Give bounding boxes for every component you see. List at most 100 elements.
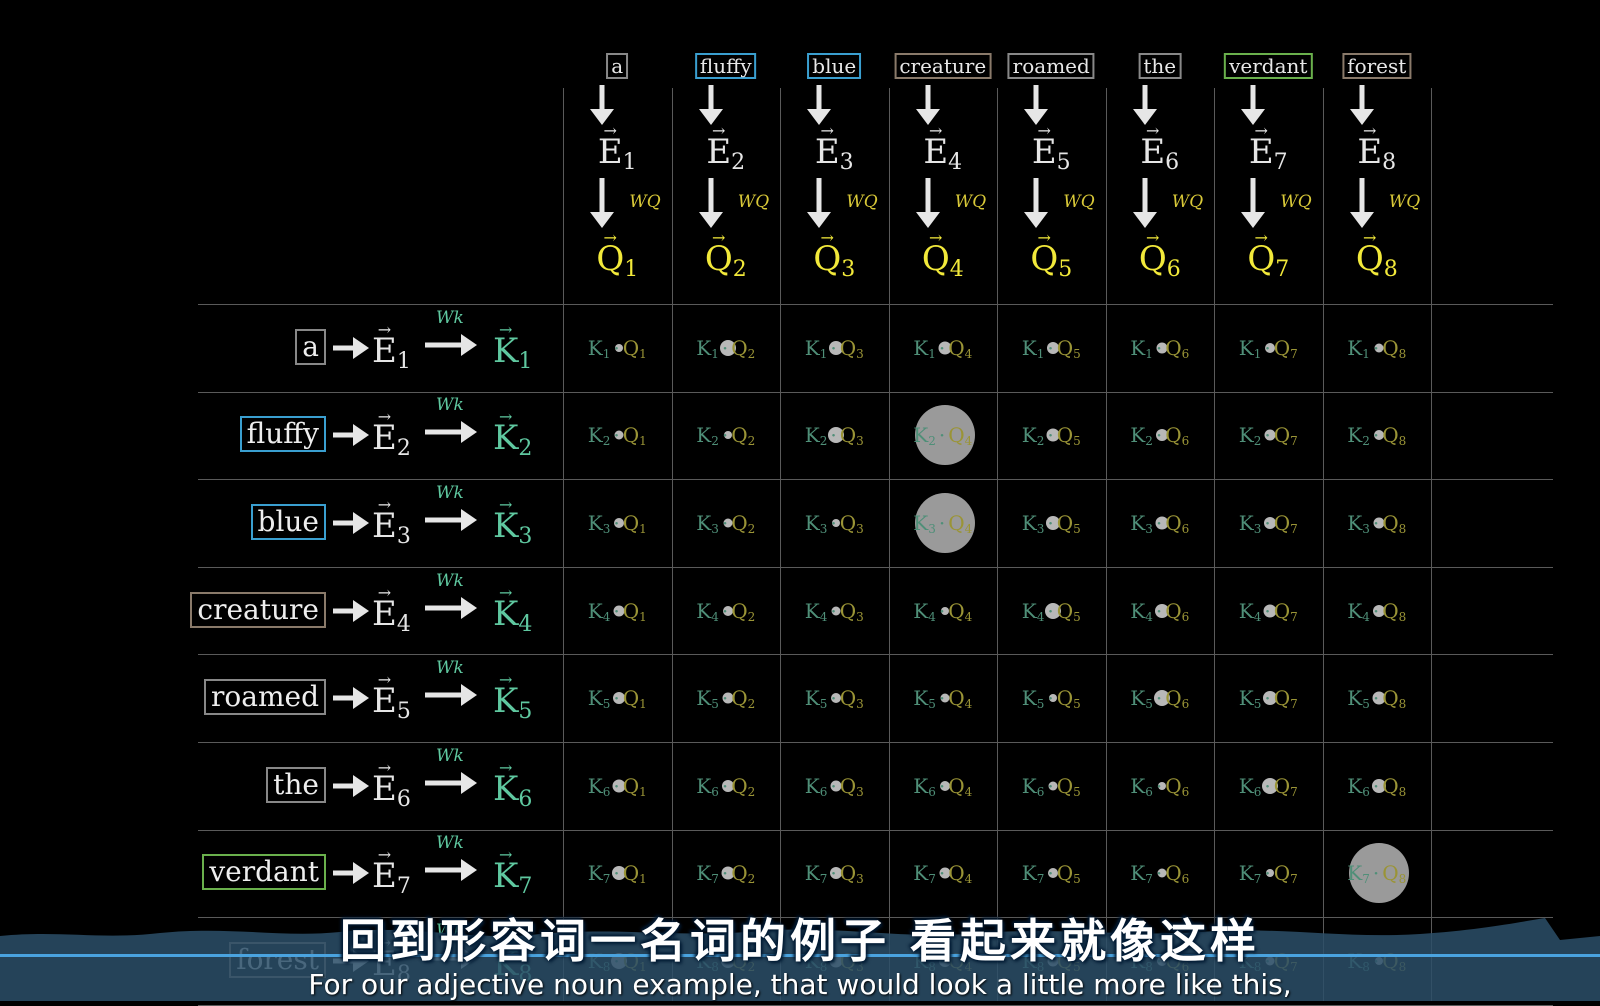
dot-product-cell: K3 · Q6	[1115, 513, 1205, 539]
arrow-down-icon	[1132, 85, 1157, 125]
dot-product-cell: K1 · Q6	[1115, 338, 1205, 364]
vector-arrow-icon: →	[820, 228, 834, 247]
cell-key-index: 6	[1253, 784, 1262, 799]
cell-key-index: 4	[1036, 609, 1045, 624]
cell-query-term: Q6	[1165, 599, 1190, 624]
cell-query-term: Q5	[1057, 686, 1081, 711]
vector-index: 6	[518, 786, 533, 812]
cell-key-index: 6	[1362, 784, 1370, 799]
vector-index: 7	[518, 874, 533, 900]
row-embedding-label: → E4	[372, 584, 411, 637]
vector-arrow-icon: →	[1037, 228, 1051, 247]
cell-query-term: Q1	[623, 774, 647, 799]
cell-key-index: 5	[1362, 697, 1370, 712]
cell-key-letter: K	[1347, 598, 1363, 623]
grid-column-divider	[1431, 88, 1432, 1001]
cell-query-term: Q4	[948, 774, 973, 799]
grid-row-divider	[198, 479, 1553, 481]
cell-key-index: 2	[602, 434, 611, 449]
cell-key-index: 4	[1362, 609, 1370, 624]
cell-key-index: 4	[1253, 609, 1262, 624]
dot-product-cell: K3 · Q8	[1332, 513, 1422, 539]
cell-query-letter: Q	[1273, 861, 1291, 886]
cell-key-letter: K	[913, 861, 929, 886]
arrow-down-icon	[1349, 85, 1374, 125]
row-embedding-label: → E3	[372, 497, 411, 550]
cell-query-term: Q1	[623, 686, 647, 712]
cell-query-index: 1	[639, 697, 647, 712]
cell-key-index: 7	[928, 872, 936, 887]
cell-key-letter: K	[913, 598, 929, 623]
cell-query-term: Q2	[731, 774, 756, 799]
cell-query-term: Q3	[840, 599, 864, 624]
dot-product-cell: K4 · Q7	[1223, 601, 1313, 627]
vector-index: 7	[1275, 257, 1290, 282]
vector-symbol: →E	[372, 321, 397, 368]
cell-query-term: Q8	[1382, 511, 1406, 536]
cell-dot-operator: ·	[830, 511, 837, 535]
dot-product-cell: K1 · Q4	[898, 338, 988, 364]
cell-key-term: K6	[913, 773, 936, 799]
cell-query-term: Q6	[1165, 511, 1189, 536]
cell-query-index: 4	[964, 784, 973, 799]
cell-key-term: K7	[805, 861, 828, 886]
cell-key-index: 4	[928, 609, 936, 624]
cell-key-term: K2	[588, 423, 611, 449]
vector-symbol: → Q	[922, 230, 950, 277]
cell-key-index: 4	[1145, 609, 1153, 624]
cell-query-term: Q3	[840, 423, 864, 448]
cell-dot-operator: ·	[721, 773, 729, 798]
cell-query-term: Q4	[948, 423, 972, 448]
cell-query-letter: Q	[1165, 511, 1182, 535]
vector-symbol: →E	[372, 672, 397, 719]
cell-key-index: 5	[819, 697, 828, 712]
cell-query-index: 2	[747, 346, 756, 361]
cell-query-index: 3	[856, 609, 864, 624]
cell-key-letter: K	[587, 511, 603, 535]
dot-product-cell: K4 · Q2	[681, 601, 771, 627]
cell-key-index: 7	[602, 872, 611, 887]
cell-key-index: 2	[711, 434, 719, 449]
vector-index: 3	[396, 524, 411, 549]
cell-query-term: Q5	[1057, 599, 1081, 624]
cell-query-index: 6	[1181, 697, 1190, 712]
cell-key-term: K4	[696, 599, 719, 624]
cell-key-index: 3	[928, 522, 936, 536]
cell-query-index: 5	[1073, 346, 1081, 361]
vector-index: 4	[396, 611, 411, 637]
cell-key-letter: K	[1347, 861, 1363, 886]
cell-key-letter: K	[1021, 511, 1037, 535]
dot-product-cell: K5 · Q2	[681, 688, 771, 714]
cell-key-letter: K	[913, 773, 929, 798]
row-embedding-label: → E2	[372, 409, 411, 462]
arrow-right-icon	[333, 687, 369, 710]
cell-key-index: 7	[1362, 872, 1370, 887]
arrow-right-icon	[333, 424, 369, 447]
cell-key-index: 3	[711, 522, 719, 536]
grid-row-divider	[198, 742, 1553, 743]
cell-key-term: K2	[1022, 423, 1045, 448]
cell-query-letter: Q	[1382, 598, 1399, 623]
cell-query-letter: Q	[622, 335, 640, 360]
cell-query-term: Q2	[731, 599, 755, 624]
cell-key-letter: K	[1021, 773, 1037, 798]
cell-dot-operator: ·	[613, 773, 620, 798]
cell-dot-operator: ·	[721, 861, 729, 886]
dot-product-cell: K1 · Q2	[681, 338, 771, 364]
query-matrix-label: WQ	[1388, 192, 1421, 212]
cell-dot-operator: ·	[1047, 598, 1054, 623]
vector-arrow-icon: →	[499, 757, 513, 777]
cell-query-letter: Q	[1273, 598, 1291, 623]
cell-query-index: 1	[639, 522, 647, 536]
cell-key-term: K2	[1130, 423, 1153, 448]
grid-row-divider	[198, 829, 1553, 831]
cell-key-letter: K	[587, 686, 603, 711]
cell-query-index: 2	[747, 784, 756, 799]
cell-query-index: 6	[1181, 609, 1190, 624]
cell-key-term: K6	[588, 774, 611, 799]
cell-query-letter: Q	[839, 335, 857, 360]
cell-query-index: 1	[639, 609, 647, 624]
cell-dot-operator: ·	[830, 335, 837, 360]
cell-dot-operator: ·	[613, 335, 620, 360]
cell-key-term: K4	[588, 599, 611, 624]
